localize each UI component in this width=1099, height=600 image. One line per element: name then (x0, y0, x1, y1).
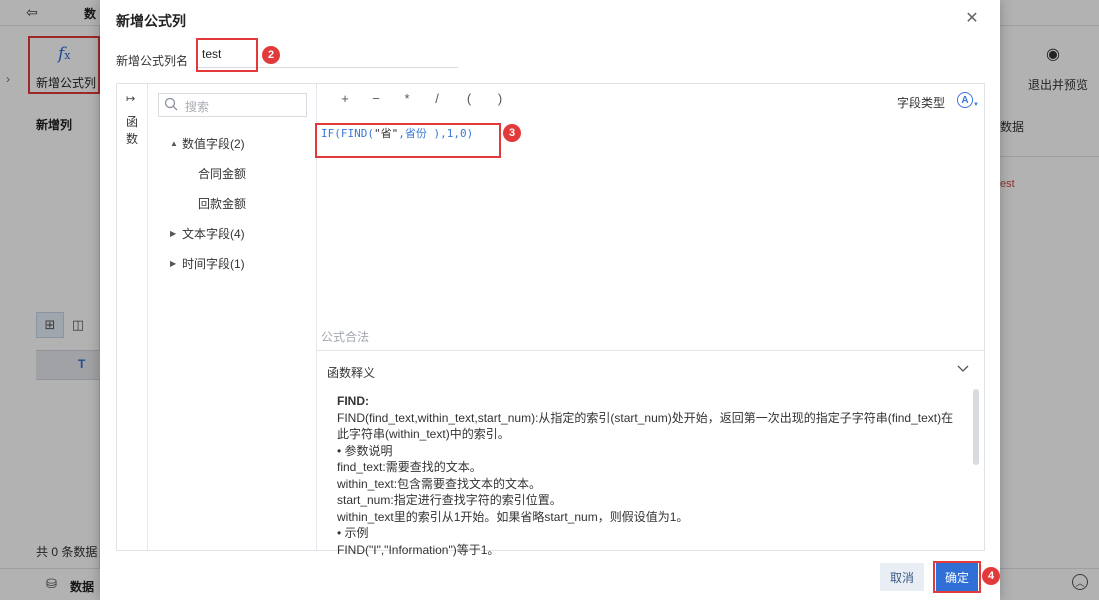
formula-suffix: ),1,0) (426, 127, 474, 140)
explanation-line: find_text:需要查找的文本。 (337, 460, 482, 474)
field-search-input[interactable]: 搜索 (158, 93, 307, 117)
field-panel: 搜索 ▲ 数值字段(2) 合同金额 回款金额 ▶ 文本字段(4) ▶ 时间字段(… (148, 84, 317, 550)
explanation-body: FIND: FIND(find_text,within_text,start_n… (337, 393, 957, 558)
tree-group-text[interactable]: ▶ 文本字段(4) (170, 222, 245, 244)
formula-status: 公式合法 (321, 330, 370, 344)
explanation-line: within_text:包含需要查找文本的文本。 (337, 476, 542, 491)
formula-editor-input[interactable]: IF(FIND("省",省份 ),1,0) (321, 125, 473, 141)
chevron-down-icon[interactable] (955, 361, 971, 377)
explanation-line: • 示例 (337, 526, 369, 540)
operator-minus-button[interactable]: − (368, 91, 384, 106)
explanation-line: 此字符串(within_text)中的索引。 (337, 427, 510, 441)
annotation-badge-4: 4 (982, 567, 1000, 585)
explanation-line: • 参数说明 (337, 443, 393, 458)
new-formula-column-dialog: 新增公式列 ✕ 新增公式列名 2 ↦ 函数 搜索 ▲ 数值字段(2) (100, 0, 1000, 600)
dialog-title: 新增公式列 (116, 13, 186, 29)
explanation-line: FIND("I","Information")等于1。 (337, 542, 500, 557)
field-type-label: 字段类型 (897, 96, 946, 110)
tree-item[interactable]: 回款金额 (198, 192, 246, 214)
function-explanation-panel: 函数释义 FIND: FIND(find_text,within_text,st… (317, 350, 984, 557)
formula-string-literal: "省" (373, 127, 399, 140)
formula-editor: ↦ 函数 搜索 ▲ 数值字段(2) 合同金额 回款金额 ▶ 文本字段(4) ▶ … (116, 83, 985, 557)
tree-group-time[interactable]: ▶ 时间字段(1) (170, 252, 245, 274)
caret-right-icon: ▶ (170, 228, 177, 238)
tree-group-label: 文本字段(4) (182, 226, 245, 241)
confirm-button[interactable]: 确定 (936, 563, 978, 591)
caret-down-icon: ▲ (170, 138, 178, 148)
operator-divide-button[interactable]: / (429, 91, 445, 106)
close-icon[interactable]: ✕ (962, 8, 982, 28)
cancel-button[interactable]: 取消 (880, 563, 924, 591)
explanation-line: start_num:指定进行查找字符的索引位置。 (337, 493, 562, 507)
explanation-line: FIND: (337, 394, 369, 408)
scrollbar[interactable] (973, 389, 979, 465)
tree-group-numeric[interactable]: ▲ 数值字段(2) (170, 132, 245, 154)
operator-multiply-button[interactable]: * (399, 91, 415, 106)
caret-down-icon[interactable]: ▼ (973, 102, 979, 108)
caret-right-icon: ▶ (170, 258, 177, 268)
tree-item-label: 回款金额 (198, 196, 247, 211)
operator-bar: + − * / ( ) 字段类型 A ▼ (317, 84, 984, 114)
column-name-input[interactable] (196, 40, 458, 68)
explanation-header: 函数释义 (327, 366, 376, 380)
formula-function: IF(FIND( (321, 127, 374, 140)
formula-separator: , (398, 127, 405, 140)
tree-item[interactable]: 合同金额 (198, 162, 246, 184)
search-icon (164, 97, 178, 111)
text-type-icon[interactable]: A (957, 92, 973, 108)
explanation-line: FIND(find_text,within_text,start_num):从指… (337, 410, 954, 425)
explanation-line: within_text里的索引从1开始。如果省略start_num，则假设值为1… (337, 509, 689, 524)
formula-area: + − * / ( ) 字段类型 A ▼ IF(FIND("省",省份 ),1,… (317, 84, 984, 557)
function-tab-label: 函数 (125, 115, 138, 146)
operator-open-paren-button[interactable]: ( (461, 91, 477, 106)
tree-group-label: 时间字段(1) (182, 256, 245, 271)
expand-arrow-icon[interactable]: ↦ (126, 92, 135, 105)
column-name-label: 新增公式列名 (116, 54, 189, 68)
tree-group-label: 数值字段(2) (182, 136, 245, 151)
annotation-badge-2: 2 (262, 46, 280, 64)
function-tab[interactable]: ↦ 函数 (117, 84, 148, 550)
operator-close-paren-button[interactable]: ) (492, 91, 508, 106)
formula-field-reference: 省份 (404, 127, 427, 140)
tree-item-label: 合同金额 (198, 166, 247, 181)
search-placeholder: 搜索 (185, 100, 210, 114)
operator-plus-button[interactable]: + (337, 91, 353, 106)
annotation-badge-3: 3 (503, 124, 521, 142)
